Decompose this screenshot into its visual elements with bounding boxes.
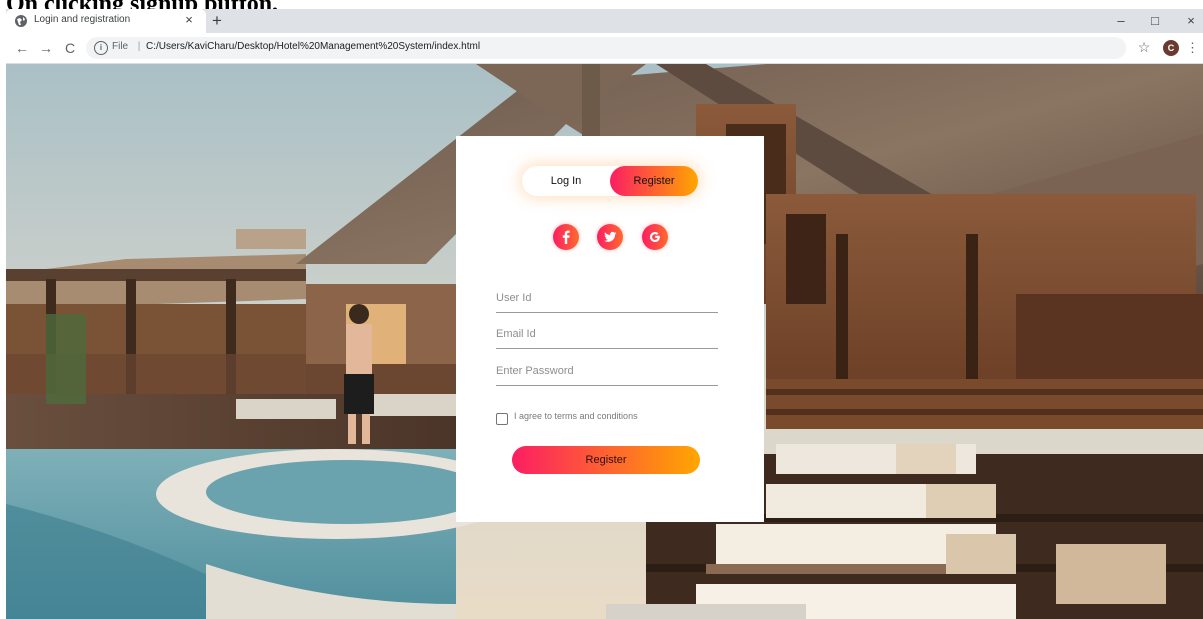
register-card: Log In Register User Id Email Id Enter P… — [456, 136, 764, 522]
reload-icon[interactable]: C — [62, 39, 78, 57]
page-viewport: Log In Register User Id Email Id Enter P… — [6, 64, 1203, 619]
bookmark-star-icon[interactable]: ☆ — [1136, 38, 1152, 56]
terms-label: I agree to terms and conditions — [514, 411, 638, 421]
address-separator: | — [137, 41, 141, 52]
password-field — [496, 359, 718, 386]
browser-window: Login and registration × + – □ × ← → C i… — [6, 9, 1203, 619]
password-input[interactable] — [496, 359, 718, 383]
browser-tab[interactable]: Login and registration × — [6, 9, 206, 33]
address-scheme-label: File — [112, 41, 129, 52]
tab-close-icon[interactable]: × — [182, 12, 196, 28]
terms-checkbox[interactable] — [496, 413, 508, 425]
profile-avatar[interactable]: C — [1163, 40, 1179, 56]
address-url[interactable]: C:/Users/KaviCharu/Desktop/Hotel%20Manag… — [146, 41, 480, 52]
register-toggle-button[interactable]: Register — [610, 166, 698, 196]
tab-title: Login and registration — [34, 14, 131, 25]
address-bar[interactable]: i File | C:/Users/KaviCharu/Desktop/Hote… — [86, 37, 1126, 59]
minimize-icon[interactable]: – — [1111, 11, 1131, 31]
login-register-toggle: Log In Register — [522, 166, 698, 196]
email-id-field — [496, 322, 718, 349]
google-icon[interactable] — [642, 224, 668, 250]
globe-icon — [14, 14, 28, 28]
maximize-icon[interactable]: □ — [1145, 11, 1165, 31]
kebab-menu-icon[interactable]: ⋮ — [1186, 39, 1199, 57]
tab-strip: Login and registration × + – □ × — [6, 9, 1203, 33]
new-tab-button[interactable]: + — [208, 11, 226, 31]
user-id-field — [496, 286, 718, 313]
twitter-icon[interactable] — [597, 224, 623, 250]
info-icon[interactable]: i — [94, 41, 108, 55]
forward-arrow-icon[interactable]: → — [38, 39, 54, 57]
window-close-icon[interactable]: × — [1181, 11, 1201, 31]
email-id-input[interactable] — [496, 322, 718, 346]
back-arrow-icon[interactable]: ← — [14, 39, 30, 57]
register-submit-button[interactable]: Register — [512, 446, 700, 474]
facebook-icon[interactable] — [553, 224, 579, 250]
user-id-input[interactable] — [496, 286, 718, 310]
browser-toolbar: ← → C i File | C:/Users/KaviCharu/Deskto… — [6, 33, 1203, 64]
login-toggle-button[interactable]: Log In — [522, 166, 610, 196]
